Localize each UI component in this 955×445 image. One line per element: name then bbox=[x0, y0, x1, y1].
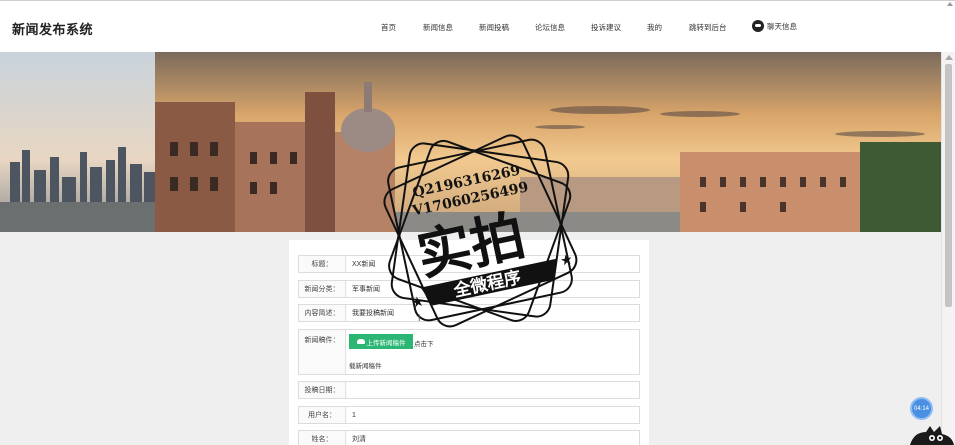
nav-admin[interactable]: 跳转到后台 bbox=[689, 22, 727, 33]
timer-badge[interactable]: 04:14 bbox=[910, 397, 933, 420]
scroll-top-arrow-icon[interactable] bbox=[947, 2, 953, 6]
download-hint-link[interactable]: 点击下 bbox=[414, 338, 434, 348]
top-header: 新闻发布系统 首页 新闻信息 新闻投稿 论坛信息 投诉建议 我的 跳转到后台 聊… bbox=[0, 0, 955, 52]
name-label: 姓名： bbox=[299, 431, 346, 445]
star-icon: ★ bbox=[410, 292, 426, 310]
download-file-link[interactable]: 载新闻稿件 bbox=[349, 360, 382, 370]
nav-chat[interactable]: 聊天信息 bbox=[752, 20, 797, 32]
username-input[interactable]: 1 bbox=[347, 407, 639, 423]
date-row: 投稿日期： bbox=[298, 381, 640, 399]
nav-chat-label: 聊天信息 bbox=[767, 21, 797, 31]
nav-home[interactable]: 首页 bbox=[381, 22, 396, 33]
text-cursor-icon: I bbox=[418, 313, 421, 323]
cloud-upload-icon bbox=[356, 339, 365, 344]
name-row: 姓名： 刘清 bbox=[298, 430, 640, 445]
star-icon: ★ bbox=[559, 251, 575, 269]
nav-forum[interactable]: 论坛信息 bbox=[535, 22, 565, 33]
watermark-stamp: Q2196316269 V17060256499 实拍 全微程序 ★ ★ bbox=[383, 134, 578, 328]
category-label: 新闻分类： bbox=[299, 281, 346, 297]
description-label: 内容简述： bbox=[299, 305, 346, 321]
username-label: 用户名： bbox=[299, 407, 346, 423]
nav-news[interactable]: 新闻信息 bbox=[423, 22, 453, 33]
scroll-thumb[interactable] bbox=[945, 64, 952, 307]
date-label: 投稿日期： bbox=[299, 382, 346, 398]
cat-mascot-icon[interactable] bbox=[908, 424, 955, 445]
date-input[interactable] bbox=[347, 382, 639, 398]
page-scrollbar[interactable] bbox=[941, 52, 955, 445]
nav-mine[interactable]: 我的 bbox=[647, 22, 662, 33]
name-input[interactable]: 刘清 bbox=[347, 431, 639, 445]
chat-bubble-icon bbox=[752, 20, 764, 32]
attachment-label: 新闻稿件： bbox=[299, 330, 346, 374]
title-label: 标题： bbox=[299, 256, 346, 272]
scroll-up-arrow-icon[interactable] bbox=[945, 55, 953, 60]
upload-news-button-label: 上传新闻稿件 bbox=[366, 339, 406, 347]
nav-submit-news[interactable]: 新闻投稿 bbox=[479, 22, 509, 33]
site-brand[interactable]: 新闻发布系统 bbox=[12, 19, 93, 38]
username-row: 用户名： 1 bbox=[298, 406, 640, 424]
nav-complaints[interactable]: 投诉建议 bbox=[591, 22, 621, 33]
